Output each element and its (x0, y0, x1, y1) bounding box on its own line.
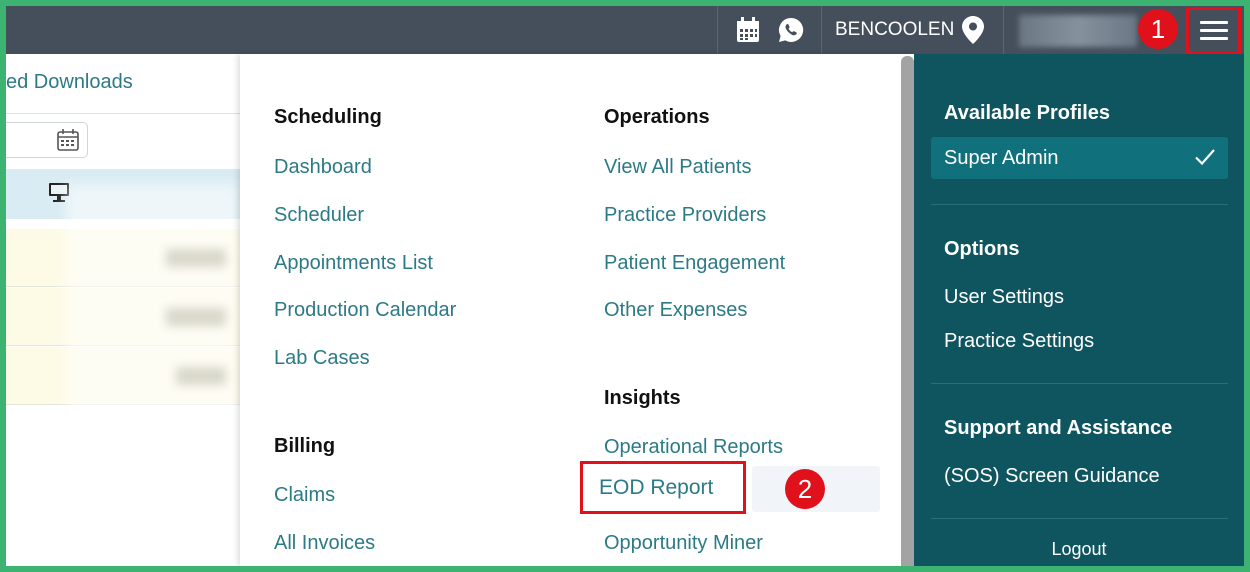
divider (821, 6, 822, 54)
calendar-icon[interactable] (736, 17, 760, 48)
redacted-value (166, 308, 226, 326)
section-title-scheduling: Scheduling (274, 106, 382, 128)
menu-item-patient-engagement[interactable]: Patient Engagement (604, 252, 785, 275)
menu-item-lab-cases[interactable]: Lab Cases (274, 347, 370, 370)
divider (6, 113, 240, 114)
menu-item-eod-report[interactable]: EOD Report (580, 461, 746, 514)
divider (931, 204, 1228, 205)
menu-item-operational-reports[interactable]: Operational Reports (604, 436, 783, 459)
menu-item-all-invoices[interactable]: All Invoices (274, 532, 375, 555)
menu-item-opportunity-miner[interactable]: Opportunity Miner (604, 532, 763, 555)
practice-settings-link[interactable]: Practice Settings (944, 330, 1094, 353)
redacted-area (66, 184, 240, 484)
section-title-insights: Insights (604, 387, 681, 409)
menu-item-dashboard[interactable]: Dashboard (274, 156, 372, 179)
menu-item-production-calendar[interactable]: Production Calendar (274, 299, 456, 322)
screen-guidance-link[interactable]: (SOS) Screen Guidance (944, 465, 1160, 488)
step-badge-2: 2 (785, 469, 825, 509)
options-title: Options (944, 238, 1020, 260)
redacted-value (176, 367, 226, 385)
whatsapp-icon[interactable] (777, 16, 805, 49)
menu-item-view-all-patients[interactable]: View All Patients (604, 156, 752, 179)
divider (931, 518, 1228, 519)
background-page: ed Downloads (6, 54, 240, 566)
user-name-redacted[interactable] (1019, 15, 1137, 47)
user-settings-link[interactable]: User Settings (944, 286, 1064, 309)
app-window: BENCOOLEN 1 ed Downloads Scheduling Dash… (6, 6, 1244, 566)
checkmark-icon (1194, 147, 1216, 172)
section-title-billing: Billing (274, 435, 336, 457)
menu-icon-bar (1199, 37, 1228, 40)
menu-item-claims[interactable]: Claims (274, 484, 335, 507)
menu-button[interactable] (1186, 7, 1241, 54)
menu-item-appointments-list[interactable]: Appointments List (274, 252, 433, 275)
menu-item-other-expenses[interactable]: Other Expenses (604, 299, 747, 322)
profile-panel: Available Profiles Super Admin Options U… (914, 54, 1244, 566)
scrollbar[interactable] (901, 56, 914, 566)
menu-icon-bar (1199, 29, 1228, 32)
menu-item-label: EOD Report (599, 476, 714, 499)
logout-button[interactable]: Logout (914, 539, 1244, 560)
menu-item-scheduler[interactable]: Scheduler (274, 204, 364, 227)
menu-icon-bar (1199, 21, 1228, 24)
date-input[interactable] (6, 122, 88, 158)
downloads-link[interactable]: ed Downloads (6, 71, 133, 94)
divider (931, 383, 1228, 384)
calendar-icon (57, 129, 79, 156)
location-name[interactable]: BENCOOLEN (835, 6, 954, 54)
menu-item-practice-providers[interactable]: Practice Providers (604, 204, 766, 227)
divider (1003, 6, 1004, 54)
redacted-value (166, 249, 226, 267)
support-title: Support and Assistance (944, 417, 1173, 439)
profile-label: Super Admin (944, 147, 1059, 169)
location-pin-icon[interactable] (962, 16, 984, 49)
profile-item-super-admin[interactable]: Super Admin (931, 137, 1228, 179)
main-menu: Scheduling Dashboard Scheduler Appointme… (240, 54, 914, 566)
divider (717, 6, 718, 54)
step-badge-1: 1 (1138, 9, 1178, 49)
available-profiles-title: Available Profiles (944, 102, 1110, 124)
top-bar: BENCOOLEN 1 (6, 6, 1244, 54)
section-title-operations: Operations (604, 106, 710, 128)
